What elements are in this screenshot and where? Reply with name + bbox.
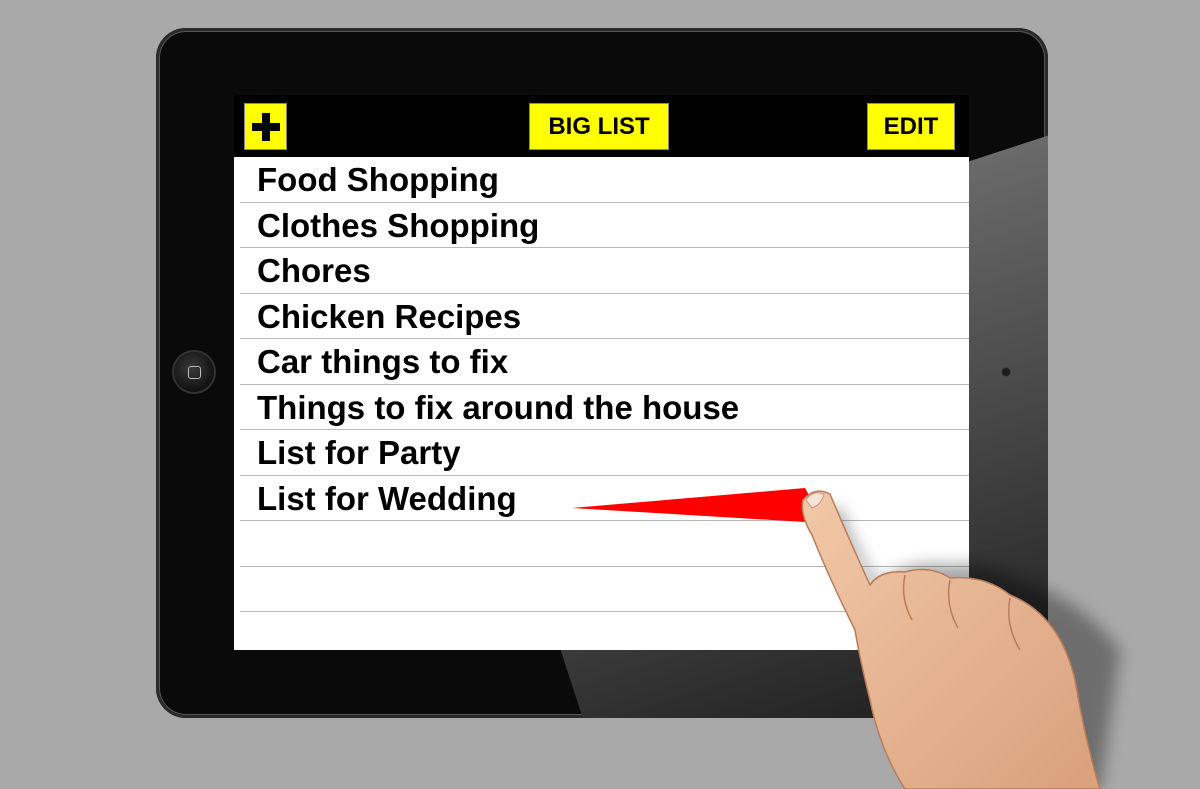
list-item-empty[interactable] xyxy=(240,567,969,612)
list-item[interactable]: List for Party xyxy=(240,430,969,476)
list-title: BIG LIST xyxy=(529,103,669,150)
plus-icon xyxy=(251,112,280,141)
list-item[interactable]: List for Wedding xyxy=(240,476,969,521)
top-toolbar: BIG LIST EDIT xyxy=(234,95,969,157)
list-item[interactable]: Car things to fix xyxy=(240,339,969,385)
list: Food Shopping Clothes Shopping Chores Ch… xyxy=(234,157,969,612)
list-item[interactable]: Chicken Recipes xyxy=(240,294,969,339)
list-item[interactable]: Food Shopping xyxy=(240,157,969,203)
app-screen: BIG LIST EDIT Food Shopping Clothes Shop… xyxy=(234,95,969,650)
camera-icon xyxy=(1002,368,1010,376)
home-square-icon xyxy=(187,365,201,379)
list-item[interactable]: Clothes Shopping xyxy=(240,203,969,248)
add-button[interactable] xyxy=(244,103,287,150)
edit-button[interactable]: EDIT xyxy=(867,103,955,150)
list-item[interactable]: Chores xyxy=(240,248,969,294)
list-item-empty[interactable] xyxy=(240,521,969,567)
list-item[interactable]: Things to fix around the house xyxy=(240,385,969,430)
home-button[interactable] xyxy=(174,352,214,392)
